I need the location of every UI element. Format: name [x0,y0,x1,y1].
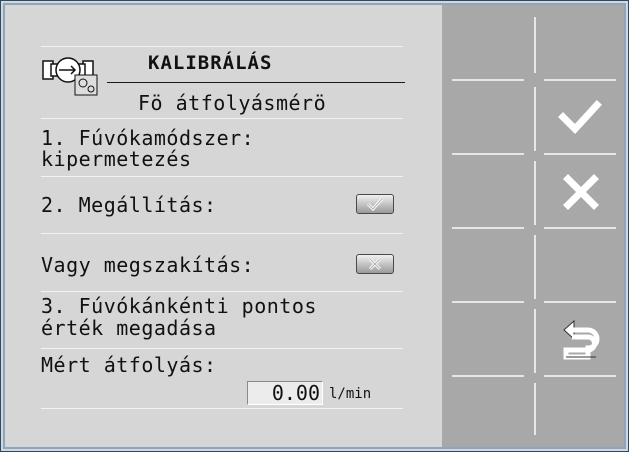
close-icon [563,174,599,210]
check-icon [558,100,602,135]
stop-checkbox-button[interactable] [356,194,394,214]
flow-unit: l/min [329,386,372,402]
check-icon [366,197,384,212]
confirm-softkey[interactable] [542,87,620,151]
back-softkey[interactable] [542,309,620,373]
step1-line2: kipermetezés [41,147,192,171]
cancel-softkey[interactable] [542,161,620,225]
abort-label: Vagy megszakítás: [41,253,255,277]
flow-label: Mért átfolyás: [41,353,217,377]
softkey-bar [442,3,626,449]
step2-label: 2. Megállítás: [41,193,217,217]
page-subtitle: Fö átfolyásmérö [138,91,327,115]
calibration-panel: KALIBRÁLÁS Fö átfolyásmérö 1. Fúvókamóds… [3,3,441,449]
page-title: KALIBRÁLÁS [148,52,273,74]
step1-line1: 1. Fúvókamódszer: [41,126,255,150]
abort-checkbox-button[interactable] [356,254,394,274]
step3-line1: 3. Fúvókánkénti pontos [41,294,317,318]
flow-value-field[interactable]: 0.00 [247,381,323,405]
step3-line2: érték megadása [41,316,217,340]
flowmeter-gear-icon [42,57,98,96]
return-arrow-icon [563,319,600,360]
close-icon [368,257,382,271]
terminal-screen: KALIBRÁLÁS Fö átfolyásmérö 1. Fúvókamóds… [0,0,629,452]
